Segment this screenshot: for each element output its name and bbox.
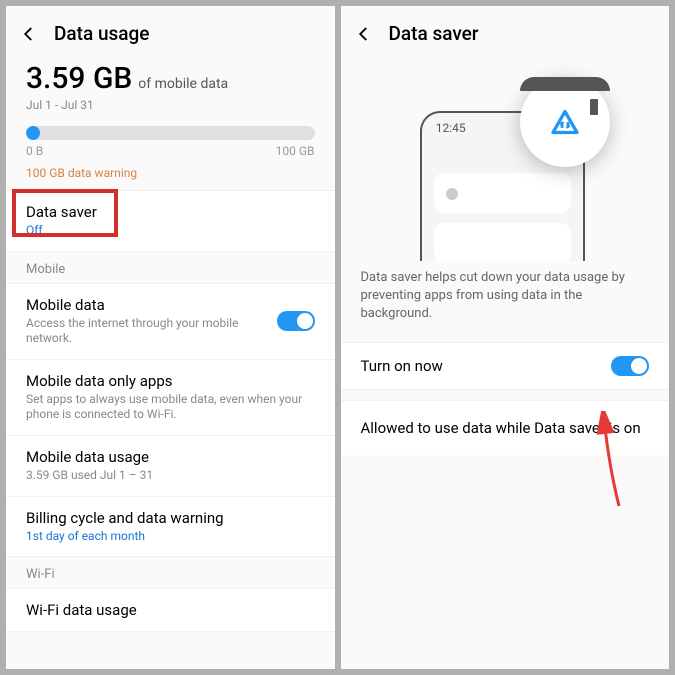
mobile-only-title: Mobile data only apps bbox=[26, 372, 315, 390]
data-usage-screen: Data usage 3.59 GB of mobile data Jul 1 … bbox=[6, 6, 335, 669]
billing-cycle-item[interactable]: Billing cycle and data warning 1st day o… bbox=[6, 497, 335, 558]
progress-min: 0 B bbox=[26, 144, 43, 158]
usage-unit: of mobile data bbox=[138, 76, 228, 92]
allowed-apps-item[interactable]: Allowed to use data while Data saver is … bbox=[341, 400, 670, 455]
magnifier-circle bbox=[520, 77, 610, 167]
usage-progress-fill bbox=[26, 126, 40, 140]
usage-amount: 3.59 GB bbox=[26, 61, 132, 96]
wifi-data-usage-item[interactable]: Wi-Fi data usage bbox=[6, 588, 335, 632]
allowed-label: Allowed to use data while Data saver is … bbox=[361, 419, 650, 437]
page-title: Data usage bbox=[54, 22, 149, 45]
usage-date-range: Jul 1 - Jul 31 bbox=[26, 98, 315, 112]
data-warning-text: 100 GB data warning bbox=[6, 158, 335, 190]
wifi-usage-title: Wi-Fi data usage bbox=[26, 601, 315, 619]
mobile-data-usage-item[interactable]: Mobile data usage 3.59 GB used Jul 1 – 3… bbox=[6, 436, 335, 497]
turn-on-toggle[interactable] bbox=[611, 356, 649, 376]
usage-item-title: Mobile data usage bbox=[26, 448, 315, 466]
usage-item-sub: 3.59 GB used Jul 1 – 31 bbox=[26, 468, 315, 484]
phone-card bbox=[434, 223, 571, 261]
mobile-data-item[interactable]: Mobile data Access the internet through … bbox=[6, 283, 335, 360]
data-saver-illustration: 12:45 bbox=[390, 71, 620, 251]
mobile-data-sub: Access the internet through your mobile … bbox=[26, 316, 315, 347]
data-saver-description: Data saver helps cut down your data usag… bbox=[341, 261, 670, 342]
data-saver-item[interactable]: Data saver Off bbox=[6, 190, 335, 252]
billing-sub: 1st day of each month bbox=[26, 529, 315, 545]
mobile-data-title: Mobile data bbox=[26, 296, 315, 314]
turn-on-now-item[interactable]: Turn on now bbox=[341, 342, 670, 390]
turn-on-label: Turn on now bbox=[361, 357, 650, 375]
magnifier-bezel bbox=[520, 77, 610, 91]
data-saver-status: Off bbox=[26, 223, 315, 239]
page-title: Data saver bbox=[389, 22, 479, 45]
back-icon[interactable] bbox=[20, 25, 38, 43]
mobile-data-toggle[interactable] bbox=[277, 311, 315, 331]
usage-summary: 3.59 GB of mobile data Jul 1 - Jul 31 bbox=[6, 57, 335, 112]
header: Data usage bbox=[6, 6, 335, 57]
mobile-only-apps-item[interactable]: Mobile data only apps Set apps to always… bbox=[6, 360, 335, 436]
progress-labels: 0 B 100 GB bbox=[6, 144, 335, 158]
section-header-wifi: Wi-Fi bbox=[6, 557, 335, 588]
battery-icon bbox=[590, 99, 598, 115]
data-saver-icon bbox=[547, 107, 583, 143]
section-header-mobile: Mobile bbox=[6, 252, 335, 283]
phone-time-label: 12:45 bbox=[436, 121, 466, 135]
header: Data saver bbox=[341, 6, 670, 57]
progress-max: 100 GB bbox=[276, 144, 315, 158]
data-saver-title: Data saver bbox=[26, 203, 315, 221]
phone-card bbox=[434, 173, 571, 213]
billing-title: Billing cycle and data warning bbox=[26, 509, 315, 527]
usage-progress-bar bbox=[26, 126, 315, 140]
back-icon[interactable] bbox=[355, 25, 373, 43]
mobile-only-sub: Set apps to always use mobile data, even… bbox=[26, 392, 315, 423]
data-saver-screen: Data saver 12:45 Data saver helps cut do… bbox=[341, 6, 670, 669]
